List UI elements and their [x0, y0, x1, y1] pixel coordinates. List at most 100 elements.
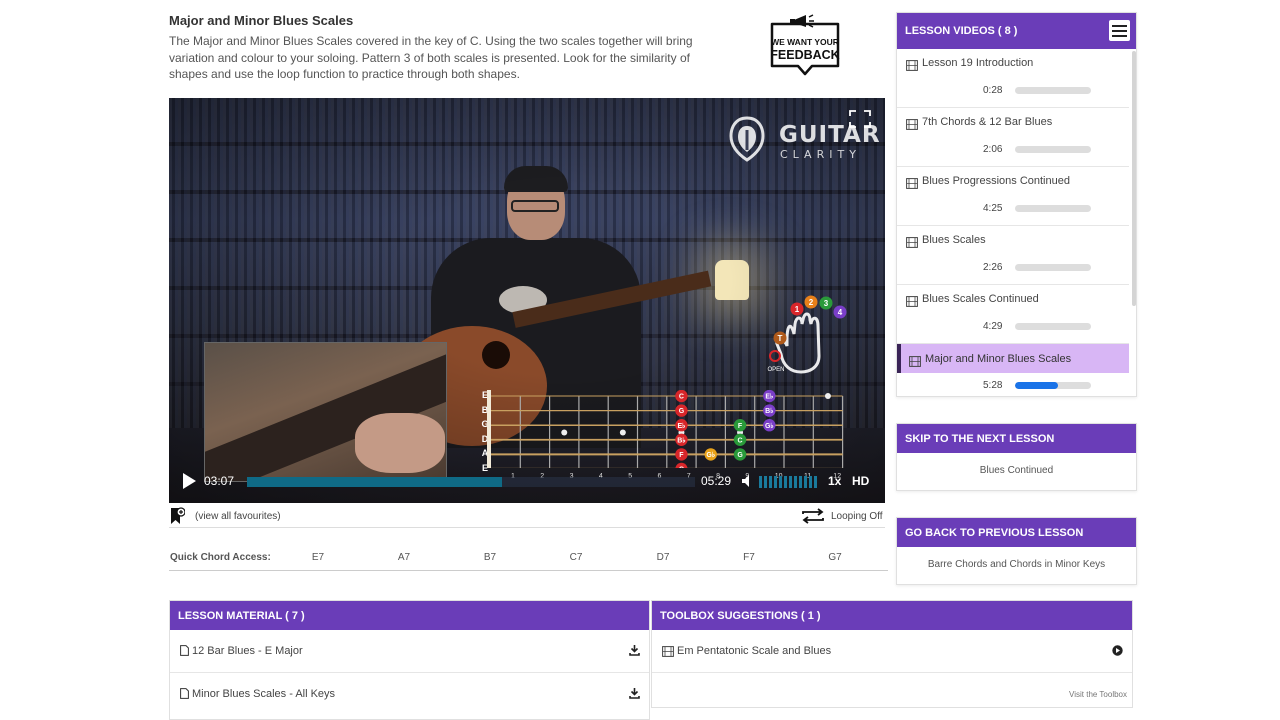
- playback-rate-button[interactable]: 1x: [828, 474, 841, 488]
- previous-lesson-panel: GO BACK TO PREVIOUS LESSON Barre Chords …: [896, 517, 1137, 585]
- volume-bar[interactable]: [759, 476, 819, 488]
- lesson-videos-header: LESSON VIDEOS ( 8 ): [897, 13, 1136, 49]
- toolbox-item-label: Em Pentatonic Scale and Blues: [677, 645, 832, 657]
- svg-text:T: T: [778, 334, 783, 343]
- lesson-video-progress: [1015, 87, 1091, 94]
- film-icon: [662, 646, 674, 657]
- lesson-material-panel: LESSON MATERIAL ( 7 ) 12 Bar Blues - E M…: [169, 600, 650, 720]
- visit-toolbox-link[interactable]: Visit the Toolbox: [1069, 690, 1127, 699]
- note-label: E♭: [677, 422, 685, 430]
- lesson-video-item[interactable]: Blues Scales 2:26: [897, 226, 1129, 285]
- chord-link[interactable]: B7: [470, 552, 510, 563]
- lesson-video-item[interactable]: 7th Chords & 12 Bar Blues 2:06: [897, 108, 1129, 167]
- volume-icon[interactable]: [741, 474, 755, 488]
- lesson-videos-panel: LESSON VIDEOS ( 8 ) Lesson 19 Introducti…: [896, 12, 1137, 397]
- lesson-video-duration: 2:26: [983, 262, 1003, 273]
- lesson-description: The Major and Minor Blues Scales covered…: [169, 34, 693, 81]
- svg-text:OPEN: OPEN: [767, 367, 784, 373]
- view-favourites-link[interactable]: (view all favourites): [195, 511, 281, 522]
- toolbox-panel: TOOLBOX SUGGESTIONS ( 1 ) Em Pentatonic …: [651, 600, 1133, 708]
- note-label: G: [737, 452, 743, 459]
- note-label: G: [679, 408, 685, 415]
- chord-link[interactable]: E7: [298, 552, 338, 563]
- lesson-video-item[interactable]: Blues Scales Continued 4:29: [897, 285, 1129, 344]
- note-label: G♭: [765, 422, 774, 430]
- lesson-video-list: Lesson 19 Introduction 0:28 7th Chords & 1…: [897, 49, 1129, 397]
- lesson-video-duration: 4:29: [983, 321, 1003, 332]
- toolbox-item[interactable]: Em Pentatonic Scale and Blues: [652, 630, 1132, 673]
- svg-text:1: 1: [795, 305, 800, 314]
- svg-text:2: 2: [809, 298, 814, 307]
- previous-lesson-link[interactable]: Barre Chords and Chords in Minor Keys: [897, 547, 1136, 584]
- fret-inlay: [824, 393, 831, 399]
- lesson-video-duration: 5:28: [983, 380, 1003, 391]
- lesson-video-progress: [1015, 323, 1091, 330]
- seek-progress: [247, 477, 503, 487]
- note-label: G♭: [706, 451, 715, 459]
- note-label: B♭: [677, 436, 685, 444]
- fret-inlay: [561, 429, 568, 436]
- note-label: C: [679, 467, 684, 468]
- next-lesson-header: SKIP TO THE NEXT LESSON: [897, 424, 1136, 453]
- note-label: E♭: [765, 393, 773, 401]
- quality-button[interactable]: HD: [852, 474, 869, 488]
- chord-link[interactable]: G7: [815, 552, 855, 563]
- scrollbar[interactable]: [1132, 51, 1136, 306]
- note-label: F: [679, 452, 684, 459]
- chord-link[interactable]: C7: [556, 552, 596, 563]
- film-icon: [906, 176, 918, 189]
- lesson-video-title: Lesson 19 Introduction: [922, 57, 1034, 69]
- finger-diagram: 1 2 3 4 T OPEN: [767, 295, 847, 374]
- lesson-intro: Major and Minor Blues Scales The Major a…: [169, 13, 709, 83]
- film-icon: [906, 58, 918, 71]
- film-icon: [906, 117, 918, 130]
- chord-link[interactable]: F7: [729, 552, 769, 563]
- duration: 05:29: [701, 474, 732, 488]
- lesson-video-progress: [1015, 382, 1091, 389]
- lesson-material-header: LESSON MATERIAL ( 7 ): [170, 601, 649, 630]
- loop-toggle[interactable]: Looping Off: [831, 511, 883, 522]
- lesson-video-title: Blues Scales Continued: [922, 293, 1039, 305]
- feedback-badge[interactable]: WE WANT YOUR FEEDBACK: [768, 14, 842, 78]
- film-icon: [906, 294, 918, 307]
- play-icon[interactable]: [180, 472, 198, 490]
- brand-sub: CLARITY: [780, 148, 861, 161]
- seek-bar[interactable]: [247, 477, 695, 487]
- document-icon: [180, 645, 189, 656]
- material-item[interactable]: Minor Blues Scales - All Keys: [170, 673, 649, 716]
- film-icon: [909, 354, 921, 367]
- lesson-title: Major and Minor Blues Scales: [169, 13, 354, 28]
- note-label: F: [738, 423, 743, 430]
- svg-text:3: 3: [824, 299, 829, 308]
- lesson-video-title: Major and Minor Blues Scales: [925, 353, 1072, 365]
- lesson-video-progress: [1015, 146, 1091, 153]
- next-lesson-link[interactable]: Blues Continued: [897, 453, 1136, 490]
- lesson-video-item[interactable]: Blues Progressions Continued 4:25: [897, 167, 1129, 226]
- material-item-label: 12 Bar Blues - E Major: [192, 645, 303, 657]
- fretboard-diagram: CGE♭B♭FCG♭FCGE♭B♭G♭E♭: [487, 390, 844, 468]
- download-icon[interactable]: [629, 645, 640, 656]
- favourites-row: (view all favourites) Looping Off: [169, 506, 885, 528]
- document-icon: [180, 688, 189, 699]
- bookmark-add-icon[interactable]: [169, 507, 185, 525]
- feedback-line2: FEEDBACK: [770, 48, 839, 62]
- toolbox-header: TOOLBOX SUGGESTIONS ( 1 ): [652, 601, 1132, 630]
- chord-link[interactable]: D7: [643, 552, 683, 563]
- film-icon: [906, 235, 918, 248]
- guitar-clarity-logo-icon: [729, 116, 765, 162]
- play-circle-icon[interactable]: [1112, 645, 1123, 656]
- lesson-video-item[interactable]: Lesson 19 Introduction 0:28: [897, 49, 1129, 108]
- menu-icon[interactable]: [1109, 20, 1130, 41]
- lesson-video-item[interactable]: Major and Minor Blues Scales 5:28: [897, 344, 1129, 397]
- quick-chord-label: Quick Chord Access:: [170, 552, 271, 563]
- fullscreen-icon[interactable]: [849, 110, 871, 128]
- lesson-video-title: 7th Chords & 12 Bar Blues: [922, 116, 1053, 128]
- material-item[interactable]: 12 Bar Blues - E Major: [170, 630, 649, 673]
- previous-lesson-header: GO BACK TO PREVIOUS LESSON: [897, 518, 1136, 547]
- chord-link[interactable]: A7: [384, 552, 424, 563]
- download-icon[interactable]: [629, 688, 640, 699]
- closeup-inset: [204, 342, 447, 482]
- loop-icon[interactable]: [799, 508, 827, 524]
- video-player[interactable]: GUITAR CLARITY 1 2 3 4 T OPEN E B G D A …: [169, 98, 885, 503]
- feedback-line1: WE WANT YOUR: [771, 37, 839, 47]
